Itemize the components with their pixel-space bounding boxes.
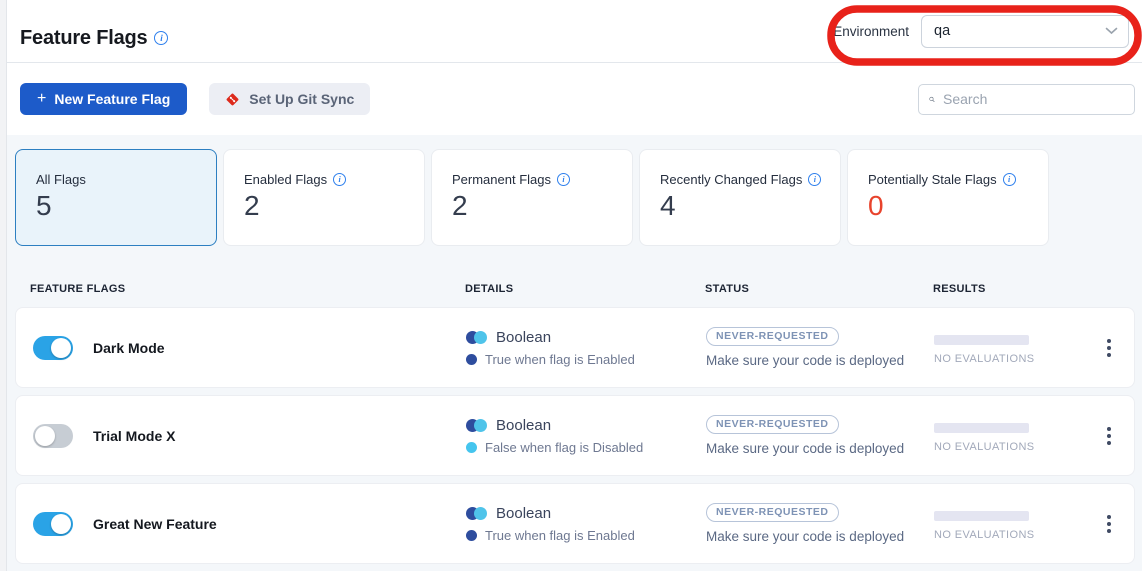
search-box[interactable] [918,84,1135,115]
stat-label: All Flags [36,172,86,187]
status-badge: NEVER-REQUESTED [706,503,839,522]
evaluations-bar [934,423,1029,433]
column-header-feature-flags: FEATURE FLAGS [15,283,465,295]
flag-name[interactable]: Dark Mode [93,340,165,356]
table-row: Great New Feature Boolean True when flag… [15,483,1135,564]
status-hint: Make sure your code is deployed [706,441,904,456]
evaluations-label: NO EVALUATIONS [934,529,1084,541]
environment-selector: Environment qa [833,15,1133,48]
search-input[interactable] [943,91,1124,107]
evaluations-label: NO EVALUATIONS [934,353,1084,365]
collapsed-sidebar-edge [0,0,7,571]
git-icon [225,92,240,107]
info-icon[interactable] [808,173,821,186]
search-icon [929,92,935,107]
boolean-type-icon [466,507,487,520]
status-badge: NEVER-REQUESTED [706,327,839,346]
stat-value: 2 [244,190,424,222]
flag-type: Boolean [496,417,551,434]
status-hint: Make sure your code is deployed [706,353,904,368]
boolean-type-icon [466,419,487,432]
environment-label: Environment [833,24,909,39]
page-body: All Flags 5 Enabled Flags 2 Permanent Fl… [7,135,1142,571]
column-header-details: DETAILS [465,283,705,295]
flag-type: Boolean [496,329,551,346]
value-dot-icon [466,354,477,365]
table-row: Dark Mode Boolean True when flag is Enab… [15,307,1135,388]
flag-type: Boolean [496,505,551,522]
value-dot-icon [466,530,477,541]
row-menu-kebab-icon[interactable] [1101,421,1117,451]
stat-card-potentially-stale-flags[interactable]: Potentially Stale Flags 0 [847,149,1049,246]
row-menu-kebab-icon[interactable] [1101,333,1117,363]
main-content: Feature Flags Environment qa + New Featu… [7,0,1142,571]
page-title: Feature Flags [20,27,147,50]
flag-name[interactable]: Trial Mode X [93,428,175,444]
info-icon[interactable] [1003,173,1016,186]
toolbar: + New Feature Flag Set Up Git Sync [7,63,1142,135]
column-header-results: RESULTS [933,283,1083,295]
info-icon[interactable] [154,31,168,45]
flag-default-description: True when flag is Enabled [485,352,635,367]
evaluations-label: NO EVALUATIONS [934,441,1084,453]
stat-card-all-flags[interactable]: All Flags 5 [15,149,217,246]
status-hint: Make sure your code is deployed [706,529,904,544]
stat-label: Recently Changed Flags [660,172,802,187]
stat-value: 0 [868,190,1048,222]
stat-label: Enabled Flags [244,172,327,187]
table-row: Trial Mode X Boolean False when flag is … [15,395,1135,476]
stat-label: Permanent Flags [452,172,551,187]
stat-card-enabled-flags[interactable]: Enabled Flags 2 [223,149,425,246]
stat-card-permanent-flags[interactable]: Permanent Flags 2 [431,149,633,246]
table-header: FEATURE FLAGS DETAILS STATUS RESULTS [15,271,1135,307]
evaluations-bar [934,511,1029,521]
flag-toggle[interactable] [33,336,73,360]
stat-card-recently-changed-flags[interactable]: Recently Changed Flags 4 [639,149,841,246]
column-header-status: STATUS [705,283,933,295]
stat-value: 5 [36,190,216,222]
evaluations-bar [934,335,1029,345]
environment-value: qa [934,23,950,39]
stat-value: 4 [660,190,840,222]
status-badge: NEVER-REQUESTED [706,415,839,434]
flag-default-description: False when flag is Disabled [485,440,643,455]
info-icon[interactable] [333,173,346,186]
plus-icon: + [37,91,46,107]
value-dot-icon [466,442,477,453]
row-menu-kebab-icon[interactable] [1101,509,1117,539]
stat-value: 2 [452,190,632,222]
info-icon[interactable] [557,173,570,186]
flag-toggle[interactable] [33,424,73,448]
boolean-type-icon [466,331,487,344]
flag-default-description: True when flag is Enabled [485,528,635,543]
chevron-down-icon [1105,27,1118,35]
stat-label: Potentially Stale Flags [868,172,997,187]
environment-dropdown[interactable]: qa [921,15,1129,48]
set-up-git-sync-button[interactable]: Set Up Git Sync [209,83,370,115]
stat-cards: All Flags 5 Enabled Flags 2 Permanent Fl… [15,149,1142,246]
new-feature-flag-button[interactable]: + New Feature Flag [20,83,187,115]
flag-toggle[interactable] [33,512,73,536]
flag-name[interactable]: Great New Feature [93,516,217,532]
feature-flags-page: Feature Flags Environment qa + New Featu… [0,0,1142,571]
page-header: Feature Flags Environment qa [7,0,1142,63]
